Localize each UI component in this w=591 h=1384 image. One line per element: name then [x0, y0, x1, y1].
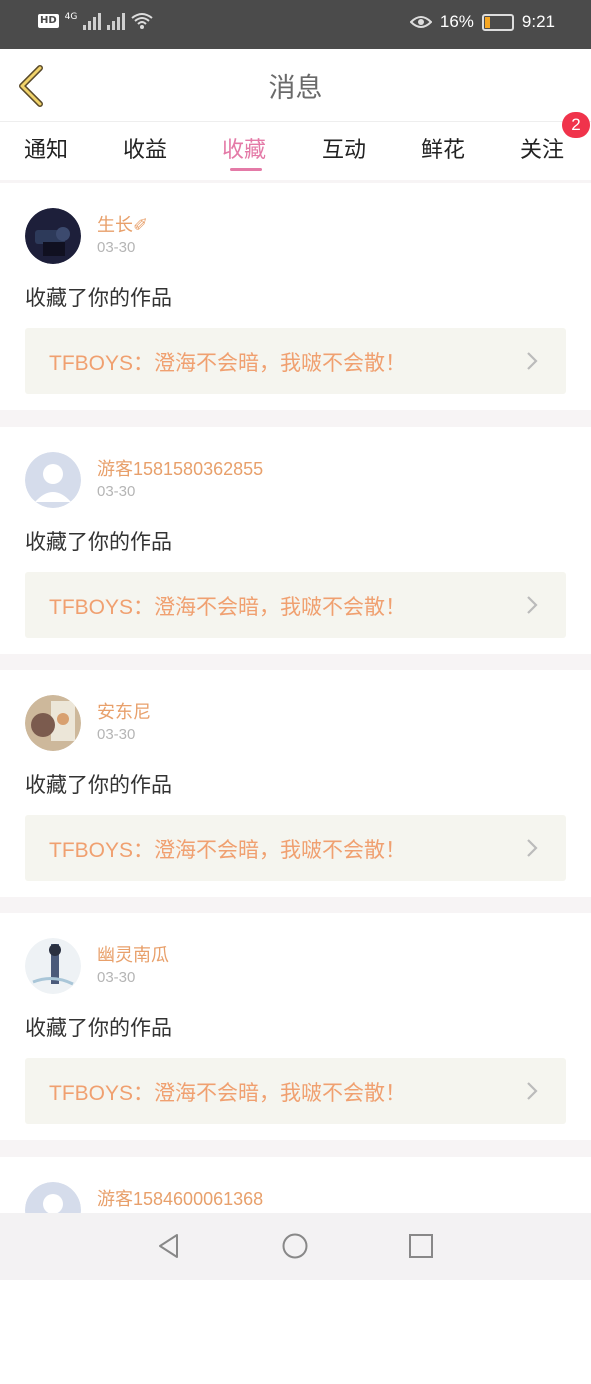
- active-tab-indicator: [230, 168, 262, 171]
- list-item[interactable]: 游客1581580362855 03-30 收藏了你的作品 TFBOYS：澄海不…: [0, 427, 591, 654]
- action-text: 收藏了你的作品: [25, 1016, 172, 1040]
- action-text: 收藏了你的作品: [25, 773, 172, 797]
- work-link[interactable]: TFBOYS：澄海不会暗，我啵不会散！: [25, 815, 566, 881]
- battery-percent: 16%: [439, 12, 474, 31]
- tab-flowers[interactable]: 鲜花: [421, 132, 465, 164]
- work-title: TFBOYS：澄海不会暗，我啵不会散！: [49, 1082, 407, 1105]
- date: 03-30: [97, 483, 136, 500]
- list-item[interactable]: 幽灵南瓜 03-30 收藏了你的作品 TFBOYS：澄海不会暗，我啵不会散！: [0, 913, 591, 1140]
- avatar[interactable]: [25, 452, 81, 508]
- username[interactable]: 游客1584600061368: [97, 1185, 263, 1211]
- username[interactable]: 生长✐: [97, 211, 148, 237]
- page-title: 消息: [268, 73, 323, 104]
- work-link[interactable]: TFBOYS：澄海不会暗，我啵不会散！: [25, 572, 566, 638]
- work-title: TFBOYS：澄海不会暗，我啵不会散！: [49, 596, 407, 619]
- chevron-right-icon: [527, 596, 538, 614]
- wifi-icon: [131, 13, 153, 29]
- status-right: 16% 9:21: [409, 12, 555, 32]
- work-link[interactable]: TFBOYS：澄海不会暗，我啵不会散！: [25, 328, 566, 394]
- username[interactable]: 游客1581580362855: [97, 455, 263, 481]
- tab-favorites[interactable]: 收藏: [222, 132, 266, 164]
- list-item[interactable]: 生长✐ 03-30 收藏了你的作品 TFBOYS：澄海不会暗，我啵不会散！: [0, 183, 591, 410]
- tab-interactions[interactable]: 互动: [322, 132, 366, 164]
- hd-icon: HD: [38, 14, 59, 28]
- tab-earnings[interactable]: 收益: [123, 132, 167, 164]
- avatar[interactable]: [25, 208, 81, 264]
- action-text: 收藏了你的作品: [25, 530, 172, 554]
- clock: 9:21: [521, 12, 555, 31]
- status-left: HD 4G: [38, 12, 153, 30]
- following-badge: 2: [562, 112, 590, 138]
- tab-bar: 通知 收益 收藏 互动 鲜花 关注: [0, 121, 591, 180]
- avatar[interactable]: [25, 695, 81, 751]
- tab-following[interactable]: 关注: [520, 132, 564, 164]
- action-text: 收藏了你的作品: [25, 286, 172, 310]
- username[interactable]: 幽灵南瓜: [97, 941, 169, 967]
- eye-icon: [409, 16, 432, 28]
- chevron-right-icon: [527, 839, 538, 857]
- username[interactable]: 安东尼: [97, 698, 151, 724]
- status-bar: HD 4G 16% 9:21: [0, 0, 591, 49]
- signal-icon-2: [107, 12, 126, 30]
- work-title: TFBOYS：澄海不会暗，我啵不会散！: [49, 352, 407, 375]
- date: 03-30: [97, 969, 136, 986]
- work-link[interactable]: TFBOYS：澄海不会暗，我啵不会散！: [25, 1058, 566, 1124]
- chevron-right-icon: [527, 352, 538, 370]
- system-nav-bar: [0, 1213, 591, 1280]
- work-title: TFBOYS：澄海不会暗，我啵不会散！: [49, 839, 407, 862]
- list-item[interactable]: 安东尼 03-30 收藏了你的作品 TFBOYS：澄海不会暗，我啵不会散！: [0, 670, 591, 897]
- signal-icon: [83, 12, 102, 30]
- tab-notifications[interactable]: 通知: [24, 132, 68, 164]
- network-label: 4G: [64, 12, 78, 22]
- chevron-right-icon: [527, 1082, 538, 1100]
- date: 03-30: [97, 239, 136, 256]
- avatar[interactable]: [25, 938, 81, 994]
- battery-icon: [481, 13, 514, 31]
- nav-home-icon[interactable]: [281, 1232, 309, 1260]
- nav-recents-icon[interactable]: [407, 1232, 435, 1260]
- nav-back-icon[interactable]: [155, 1232, 183, 1260]
- date: 03-30: [97, 726, 136, 743]
